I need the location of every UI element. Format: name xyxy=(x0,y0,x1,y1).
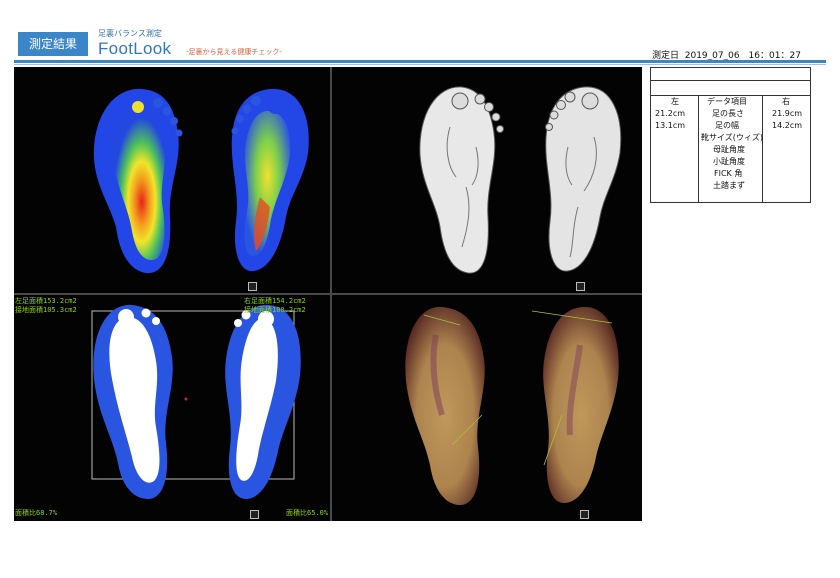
measurement-data-table: 左 データ項目 右 21.2cm 足の長さ 21.9cm 13.1cm 足の幅 … xyxy=(650,67,811,203)
grid-divider-horizontal xyxy=(14,293,642,295)
left-contact-area: 接地面積105.3cm2 xyxy=(15,306,77,314)
panel-corner-marker xyxy=(250,510,259,519)
row-label-arch: 土踏まず xyxy=(713,181,745,190)
right-foot-length: 21.9cm xyxy=(772,109,803,118)
panel-corner-marker xyxy=(576,282,585,291)
grayscale-scan-panel xyxy=(332,67,642,293)
left-column-header: 左 xyxy=(671,97,679,106)
contact-area-panel: 左足面積153.2cm2 接地面積105.3cm2 右足面積154.2cm2 接… xyxy=(14,295,330,521)
panel-corner-marker xyxy=(248,282,257,291)
table-col-divider xyxy=(698,95,699,202)
right-foot-heatmap xyxy=(231,88,309,272)
left-foot-heatmap xyxy=(93,88,183,274)
left-foot-area: 左足面積153.2cm2 xyxy=(15,297,77,305)
row-label-hallux-angle: 母趾角度 xyxy=(713,145,745,154)
item-column-header: データ項目 xyxy=(707,97,747,106)
brand-subtitle: 足裏バランス測定 xyxy=(98,29,162,38)
footlook-logo: FootLook xyxy=(98,39,172,58)
right-foot-area: 右足面積154.2cm2 xyxy=(244,297,306,305)
header-rule xyxy=(14,60,826,63)
table-top-rule xyxy=(651,80,810,81)
right-foot-width: 14.2cm xyxy=(772,121,803,130)
table-col-divider xyxy=(762,95,763,202)
right-column-header: 右 xyxy=(782,97,790,106)
left-foot-width: 13.1cm xyxy=(655,121,686,130)
pressure-heatmap-panel xyxy=(14,67,330,293)
right-area-stats: 右足面積154.2cm2 接地面積100.2cm2 xyxy=(244,297,306,315)
row-label-foot-width: 足の幅 xyxy=(715,121,739,130)
row-label-shoe-size: 靴サイズ(ウィズ) xyxy=(701,133,764,142)
right-foot-contact xyxy=(225,304,301,499)
right-foot-scan xyxy=(545,86,622,272)
panel-corner-marker xyxy=(580,510,589,519)
header-rule-thin xyxy=(14,64,826,65)
left-foot-scan xyxy=(419,86,504,274)
photo-overlay-panel xyxy=(332,295,642,521)
row-label-fick-angle: FICK 角 xyxy=(714,169,743,178)
right-contact-area: 接地面積100.2cm2 xyxy=(244,306,306,314)
row-label-foot-length: 足の長さ xyxy=(712,109,744,118)
row-label-little-toe-angle: 小趾角度 xyxy=(713,157,745,166)
left-foot-contact xyxy=(93,304,173,499)
left-foot-length: 21.2cm xyxy=(655,109,686,118)
right-foot-photo xyxy=(531,306,619,503)
left-area-ratio: 面積比68.7% xyxy=(15,509,58,517)
result-badge: 測定結果 xyxy=(18,32,88,56)
footprint-image-grid: 左足面積153.2cm2 接地面積105.3cm2 右足面積154.2cm2 接… xyxy=(14,67,642,521)
right-area-ratio: 面積比65.0% xyxy=(286,509,329,517)
left-foot-photo xyxy=(405,306,485,505)
left-area-stats: 左足面積153.2cm2 接地面積105.3cm2 xyxy=(15,297,77,315)
brand-tagline: -足裏から見える健康チェック- xyxy=(186,48,282,56)
